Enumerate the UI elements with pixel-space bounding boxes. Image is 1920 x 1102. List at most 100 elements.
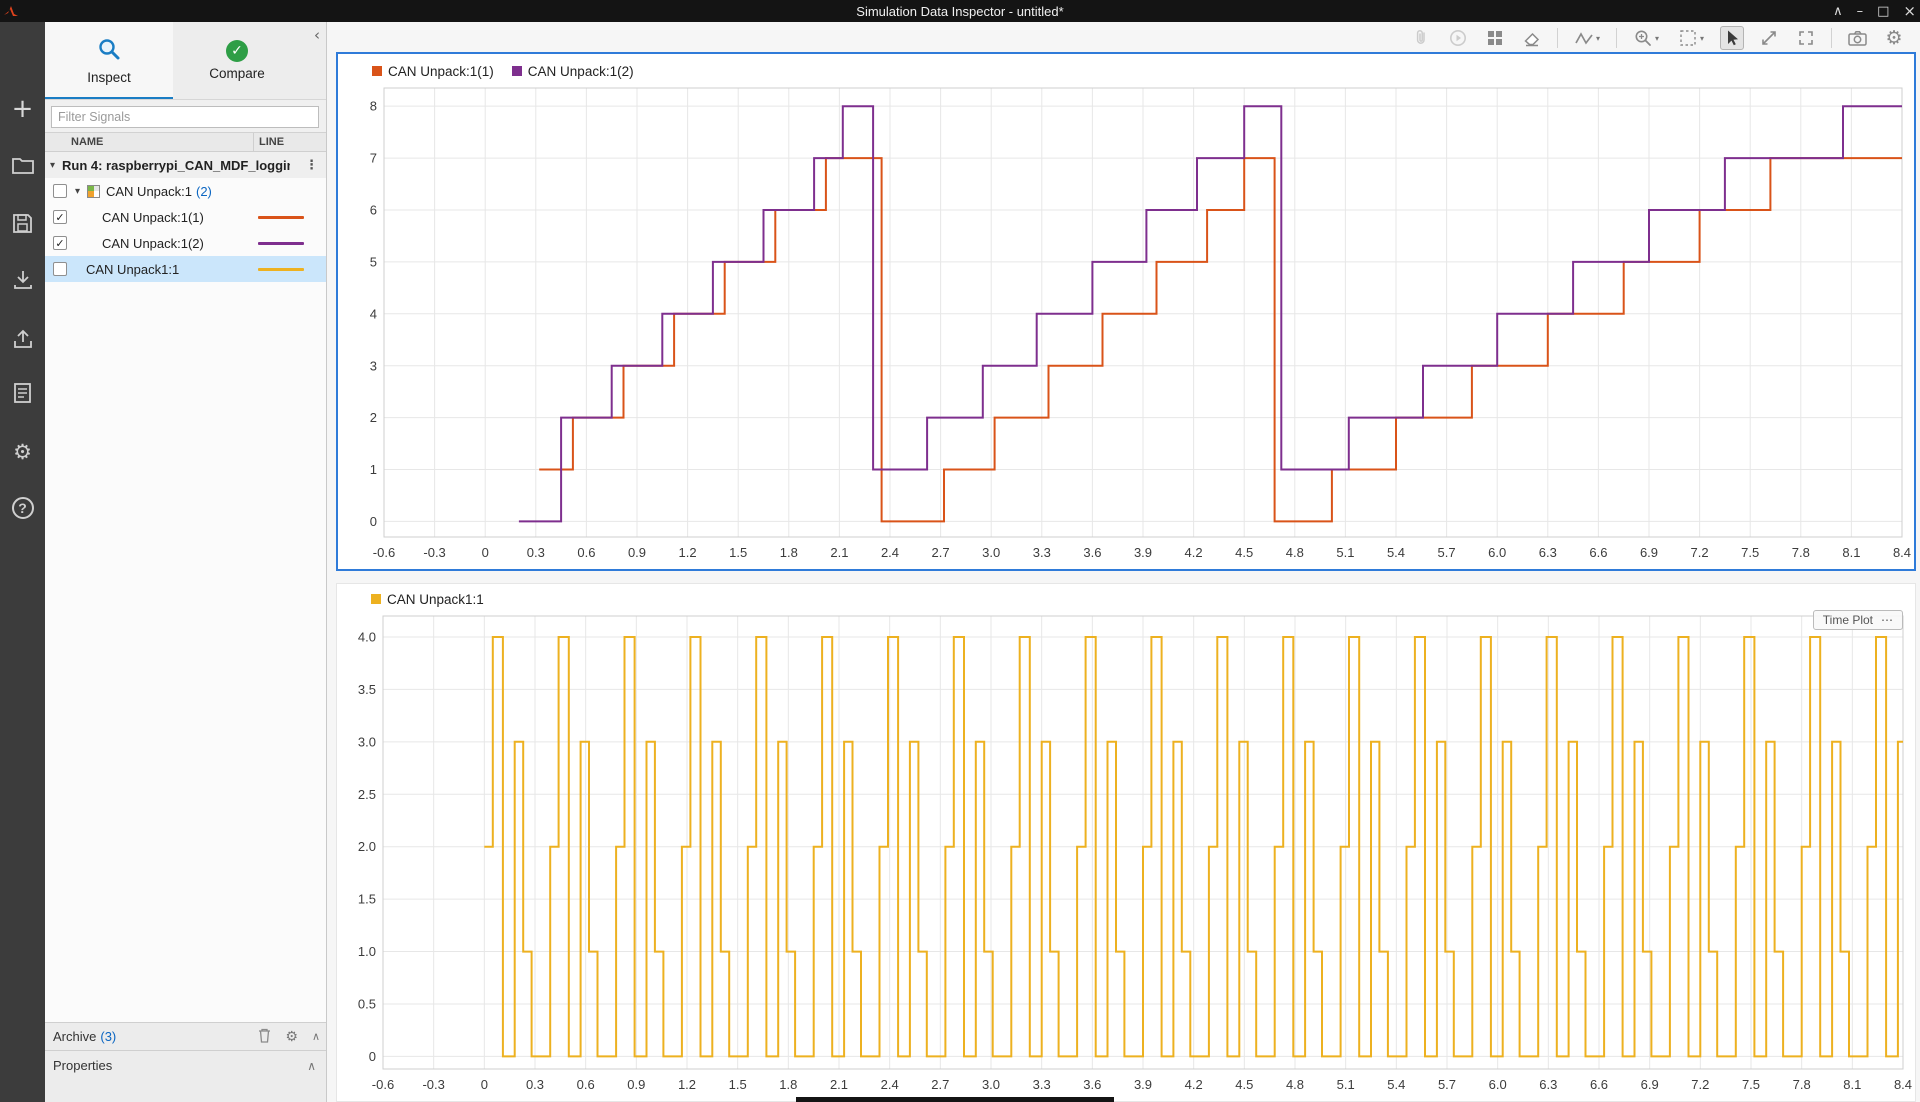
signal-label: CAN Unpack1:1 xyxy=(86,262,179,277)
signal-row[interactable]: ✓ CAN Unpack:1(2) xyxy=(45,230,326,256)
svg-text:2.4: 2.4 xyxy=(881,1077,899,1092)
trash-icon[interactable] xyxy=(258,1028,271,1046)
run-row[interactable]: ▾ Run 4: raspberrypi_CAN_MDF_loggin ⋮ xyxy=(45,152,326,178)
properties-collapse-icon[interactable]: ∧ xyxy=(307,1059,316,1073)
properties-bar[interactable]: Properties ∧ xyxy=(45,1050,326,1080)
svg-text:2.4: 2.4 xyxy=(881,545,899,560)
preferences-button[interactable]: ⚙ xyxy=(8,438,37,466)
line-swatch xyxy=(258,268,304,271)
gear-icon: ⚙ xyxy=(1885,27,1902,49)
svg-text:0.6: 0.6 xyxy=(577,545,595,560)
eraser-icon xyxy=(1522,28,1542,48)
import-button[interactable] xyxy=(8,266,37,294)
snapshot-button[interactable] xyxy=(1845,26,1869,50)
svg-text:4.8: 4.8 xyxy=(1286,545,1304,560)
dropdown-caret-icon: ▾ xyxy=(1700,34,1704,43)
checkbox-checked[interactable]: ✓ xyxy=(53,210,67,224)
help-icon: ? xyxy=(12,497,34,519)
export-button[interactable] xyxy=(8,325,37,353)
camera-icon xyxy=(1847,28,1868,48)
svg-text:0: 0 xyxy=(482,545,489,560)
minimize-button[interactable]: – xyxy=(1857,4,1864,19)
svg-text:6.9: 6.9 xyxy=(1640,545,1658,560)
time-plot-2[interactable]: CAN Unpack1:1 -0.6-0.300.30.60.91.21.51.… xyxy=(336,583,1916,1102)
signal-row-selected[interactable]: ✓ CAN Unpack1:1 xyxy=(45,256,326,282)
fit-to-view-button[interactable] xyxy=(1794,26,1818,50)
save-icon xyxy=(12,213,33,234)
svg-text:5.7: 5.7 xyxy=(1438,1077,1456,1092)
tab-inspect-label: Inspect xyxy=(87,70,131,85)
filter-signals-input[interactable] xyxy=(51,106,319,128)
bottom-chart-canvas[interactable]: -0.6-0.300.30.60.91.21.51.82.12.42.73.03… xyxy=(337,610,1915,1101)
top-chart-canvas[interactable]: -0.6-0.300.30.60.91.21.51.82.12.42.73.03… xyxy=(338,82,1914,569)
run-menu-icon[interactable]: ⋮ xyxy=(305,158,318,173)
subplot-layout-button[interactable] xyxy=(1483,26,1507,50)
run-collapse-icon[interactable]: ▾ xyxy=(50,160,62,171)
tab-inspect[interactable]: Inspect xyxy=(45,22,173,99)
archive-collapse-icon[interactable]: ∧ xyxy=(312,1030,320,1043)
tab-compare-label: Compare xyxy=(209,66,265,81)
signal-group-row[interactable]: ✓ ▾ CAN Unpack:1 (2) xyxy=(45,178,326,204)
zoom-button[interactable]: ▾ xyxy=(1630,26,1662,50)
add-run-button[interactable]: + xyxy=(8,95,37,123)
ellipsis-icon[interactable]: ⋯ xyxy=(1881,613,1893,627)
signal-tree: ▾ Run 4: raspberrypi_CAN_MDF_loggin ⋮ ✓ … xyxy=(45,152,326,1022)
plot-settings-button[interactable]: ⚙ xyxy=(1882,26,1906,50)
signal-row[interactable]: ✓ CAN Unpack:1(1) xyxy=(45,204,326,230)
svg-text:3.0: 3.0 xyxy=(358,734,376,749)
create-report-button[interactable] xyxy=(8,379,37,407)
checkbox[interactable]: ✓ xyxy=(53,262,67,276)
svg-text:7.8: 7.8 xyxy=(1792,545,1810,560)
checkbox-checked[interactable]: ✓ xyxy=(53,236,67,250)
dropdown-caret-icon: ▾ xyxy=(1596,34,1600,43)
archive-count-link[interactable]: (3) xyxy=(100,1029,116,1044)
collapse-sidebar-button[interactable]: ‹ xyxy=(314,26,320,44)
svg-text:-0.3: -0.3 xyxy=(422,1077,444,1092)
time-plot-1[interactable]: CAN Unpack:1(1) CAN Unpack:1(2) -0.6-0.3… xyxy=(336,52,1916,571)
svg-text:5.1: 5.1 xyxy=(1337,1077,1355,1092)
close-button[interactable]: × xyxy=(1903,2,1916,20)
svg-text:1.2: 1.2 xyxy=(678,1077,696,1092)
menu-chevron-icon[interactable]: ∧ xyxy=(1833,4,1843,19)
attach-button[interactable] xyxy=(1409,26,1433,50)
archive-settings-icon[interactable]: ⚙ xyxy=(285,1029,298,1045)
replay-button[interactable] xyxy=(1446,26,1470,50)
pointer-tool-button[interactable] xyxy=(1720,26,1744,50)
checkbox[interactable]: ✓ xyxy=(53,184,67,198)
legend-swatch xyxy=(372,66,382,76)
help-button[interactable]: ? xyxy=(8,494,37,522)
svg-text:7.2: 7.2 xyxy=(1691,1077,1709,1092)
toolbar-divider xyxy=(1557,28,1558,48)
svg-text:4.5: 4.5 xyxy=(1235,1077,1253,1092)
clear-subplots-button[interactable] xyxy=(1520,26,1544,50)
archive-bar[interactable]: Archive (3) ⚙ ∧ xyxy=(45,1022,326,1050)
signal-label: CAN Unpack:1(2) xyxy=(102,236,204,251)
tab-compare[interactable]: ✓ Compare xyxy=(173,22,301,99)
expand-button[interactable] xyxy=(1757,26,1781,50)
svg-text:7.5: 7.5 xyxy=(1742,1077,1760,1092)
save-button[interactable] xyxy=(8,209,37,237)
svg-text:3.9: 3.9 xyxy=(1134,1077,1152,1092)
sidebar-tabs: Inspect ✓ Compare xyxy=(45,22,326,100)
maximize-button[interactable]: □ xyxy=(1877,4,1889,19)
svg-text:1.0: 1.0 xyxy=(358,944,376,959)
group-collapse-icon[interactable]: ▾ xyxy=(75,186,87,197)
signal-count-link[interactable]: (2) xyxy=(196,184,212,199)
report-icon xyxy=(13,382,32,404)
svg-text:6.6: 6.6 xyxy=(1589,545,1607,560)
svg-text:2.0: 2.0 xyxy=(358,839,376,854)
line-swatch xyxy=(258,242,304,245)
select-region-button[interactable]: ▾ xyxy=(1675,26,1707,50)
svg-text:3.0: 3.0 xyxy=(982,545,1000,560)
svg-text:0.9: 0.9 xyxy=(627,1077,645,1092)
svg-text:8.1: 8.1 xyxy=(1843,1077,1861,1092)
svg-text:0.3: 0.3 xyxy=(526,1077,544,1092)
toolbar-divider xyxy=(1831,28,1832,48)
svg-text:3.9: 3.9 xyxy=(1134,545,1152,560)
svg-text:4: 4 xyxy=(370,306,377,321)
open-button[interactable] xyxy=(8,151,37,179)
line-style-button[interactable]: ▾ xyxy=(1571,26,1603,50)
svg-text:1.2: 1.2 xyxy=(679,545,697,560)
titlebar: Simulation Data Inspector - untitled* ∧ … xyxy=(0,0,1920,22)
gear-icon: ⚙ xyxy=(13,440,32,464)
